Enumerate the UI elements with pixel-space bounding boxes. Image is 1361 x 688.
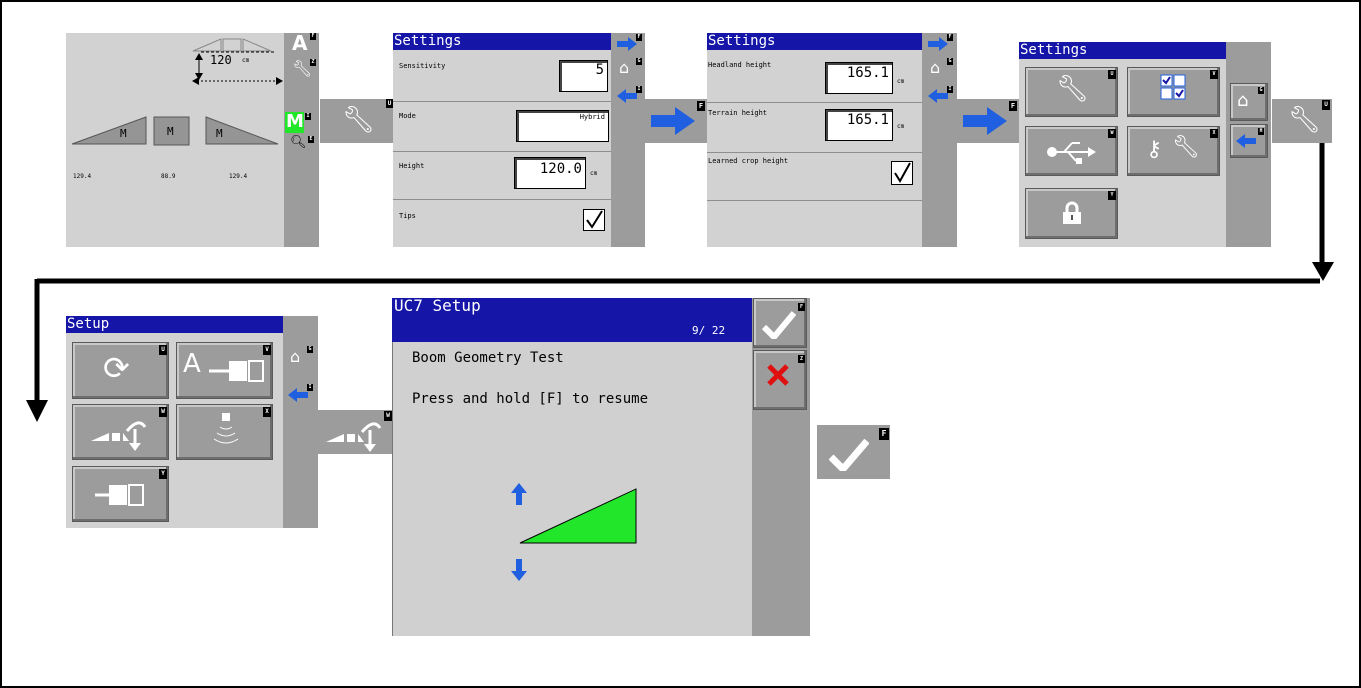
boom-geometry-nav-button[interactable]: W — [318, 410, 392, 454]
confirm-nav-button[interactable]: F — [817, 425, 890, 479]
boom-geometry-icon — [91, 421, 147, 451]
side-strip — [752, 298, 810, 636]
key-label: G — [307, 346, 313, 353]
screen-title: UC7 Setup — [394, 298, 481, 315]
tile-sensor[interactable]: X — [176, 404, 273, 460]
sensor-block-icon — [95, 484, 144, 506]
sensor-block-icon — [209, 360, 264, 382]
cancel-button[interactable]: Z — [753, 350, 807, 410]
tile-sensor-block[interactable]: Y — [72, 466, 169, 522]
title-bar: UC7 Setup 9/ 22 — [392, 298, 752, 342]
tile-auto-height[interactable]: A V — [176, 342, 273, 399]
confirm-button[interactable]: F — [753, 298, 807, 348]
arrow-up-icon — [511, 483, 527, 505]
tile-boom-geometry[interactable]: W — [72, 404, 169, 460]
tile-sync[interactable]: ⟳ U — [72, 342, 169, 399]
key-label: X — [263, 407, 271, 417]
key-label: F — [798, 303, 805, 311]
key-label: W — [159, 407, 167, 417]
uc7-setup-screen: UC7 Setup 9/ 22 Boom Geometry Test Press… — [392, 298, 810, 636]
key-label: F — [879, 428, 889, 440]
arrow-down-icon — [511, 559, 527, 581]
key-label: U — [159, 345, 167, 355]
test-heading: Boom Geometry Test — [412, 350, 564, 366]
key-label: W — [384, 411, 392, 421]
key-label: V — [263, 345, 271, 355]
page-counter: 9/ 22 — [692, 324, 726, 337]
boom-geometry-icon — [326, 422, 382, 452]
sync-icon: ⟳ — [103, 349, 130, 387]
sensor-icon — [213, 413, 239, 444]
home-icon: ⌂ — [290, 347, 301, 366]
test-instruction: Press and hold [F] to resume — [412, 391, 649, 407]
boom-tilt-graphic — [511, 483, 637, 581]
screen-title: Setup — [66, 316, 283, 333]
key-label: Y — [159, 469, 167, 479]
home-button[interactable]: ⌂ G — [286, 344, 314, 372]
auto-letter: A — [183, 349, 201, 379]
key-label: I — [307, 384, 313, 391]
close-icon — [767, 364, 789, 386]
checkmark-icon — [762, 311, 796, 339]
setup-screen: Setup ⟳ U A V W X Y ⌂ G I — [66, 316, 318, 528]
checkmark-icon — [829, 439, 869, 471]
back-button[interactable]: I — [286, 382, 314, 408]
key-label: Z — [798, 355, 805, 363]
green-triangle — [519, 488, 637, 544]
arrow-left-icon — [288, 388, 308, 402]
